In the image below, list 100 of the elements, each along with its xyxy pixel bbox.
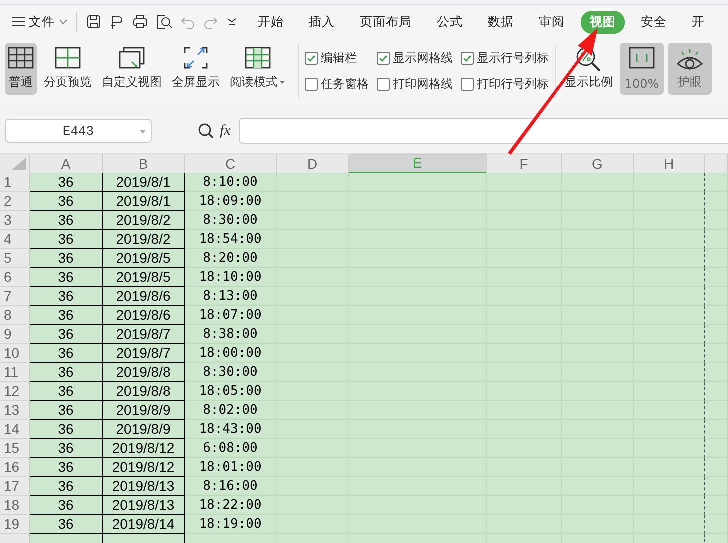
row-header[interactable]: 9	[0, 325, 30, 344]
zoom-icon[interactable]	[198, 123, 214, 139]
column-header[interactable]: D	[277, 154, 349, 174]
table-cell: 36	[30, 496, 103, 515]
table-cell	[705, 211, 728, 230]
table-cell: 36	[30, 306, 103, 325]
table-cell: 18:00:00	[185, 344, 277, 363]
row-header[interactable]: 13	[0, 401, 30, 420]
ribbon-tab[interactable]: 安全	[632, 10, 676, 34]
save-icon[interactable]	[87, 15, 101, 29]
row-header[interactable]: 18	[0, 496, 30, 515]
column-header[interactable]: G	[562, 154, 634, 174]
table-cell	[634, 363, 705, 382]
column-header[interactable]: C	[185, 154, 277, 174]
table-cell	[634, 287, 705, 306]
print-preview-icon[interactable]	[157, 14, 172, 30]
ribbon-tab[interactable]: 审阅	[530, 10, 574, 34]
chevron-icon[interactable]	[59, 19, 68, 25]
column-header[interactable]: A	[30, 154, 103, 174]
row-header[interactable]: 19	[0, 515, 30, 534]
view-mode-button[interactable]: 阅读模式	[227, 43, 288, 95]
row-header[interactable]: 4	[0, 230, 30, 249]
table-cell	[705, 477, 728, 496]
ratio-icon	[629, 47, 655, 69]
row-header[interactable]: 8	[0, 306, 30, 325]
table-cell: 18:19:00	[185, 515, 277, 534]
ribbon-tab[interactable]: 公式	[428, 10, 472, 34]
row-header[interactable]: 14	[0, 420, 30, 439]
table-cell: 2019/8/5	[103, 268, 185, 287]
eye-protection-button[interactable]: 护眼	[668, 43, 712, 95]
view-mode-button[interactable]: 普通	[5, 43, 37, 95]
table-cell	[705, 439, 728, 458]
table-cell: 8:30:00	[185, 363, 277, 382]
table-cell: 18:54:00	[185, 230, 277, 249]
column-header[interactable]: F	[487, 154, 562, 174]
windows-icon	[119, 47, 145, 71]
ribbon-tab[interactable]: 视图	[581, 10, 625, 34]
ribbon-tab[interactable]: 插入	[300, 10, 344, 34]
table-cell	[705, 230, 728, 249]
view-mode-button[interactable]: 自定义视图	[99, 43, 165, 95]
table-cell	[634, 439, 705, 458]
row-header[interactable]: 1	[0, 173, 30, 192]
table-cell: 2019/8/1	[103, 192, 185, 211]
checkbox[interactable]: 显示网格线	[377, 45, 453, 71]
export-icon[interactable]	[110, 14, 124, 30]
checkbox[interactable]: 任务窗格	[305, 71, 369, 97]
table-cell	[705, 306, 728, 325]
column-header[interactable]: H	[634, 154, 705, 174]
grid-icon	[8, 47, 34, 69]
table-cell	[634, 401, 705, 420]
table-cell: 36	[30, 230, 103, 249]
file-menu[interactable]: 文件	[29, 14, 55, 30]
checkbox[interactable]: 打印网格线	[377, 71, 453, 97]
row-header[interactable]: 11	[0, 363, 30, 382]
table-cell: 2019/8/6	[103, 306, 185, 325]
table-cell: 2019/8/5	[103, 249, 185, 268]
row-header[interactable]: 7	[0, 287, 30, 306]
name-box[interactable]: E443	[5, 119, 152, 143]
view-mode-button[interactable]: 全屏显示	[169, 43, 223, 95]
table-cell: 2019/8/2	[103, 211, 185, 230]
table-cell: 2019/8/7	[103, 325, 185, 344]
row-header[interactable]: 6	[0, 268, 30, 287]
ribbon-tab[interactable]: 开	[683, 10, 714, 34]
table-cell: 2019/8/8	[103, 382, 185, 401]
row-header[interactable]: 16	[0, 458, 30, 477]
ribbon-tab[interactable]: 页面布局	[351, 10, 421, 34]
table-cell	[634, 420, 705, 439]
column-header[interactable]: B	[103, 154, 185, 174]
table-cell: 2019/8/8	[103, 363, 185, 382]
table-cell: 8:16:00	[185, 477, 277, 496]
row-header[interactable]: 3	[0, 211, 30, 230]
table-cell	[634, 458, 705, 477]
table-cell: 36	[30, 439, 103, 458]
row-header[interactable]: 17	[0, 477, 30, 496]
table-cell	[705, 173, 728, 192]
print-icon[interactable]	[133, 15, 148, 29]
actual-size-button[interactable]: 100%	[620, 43, 664, 95]
function-label[interactable]: fx	[220, 122, 231, 140]
table-cell	[705, 458, 728, 477]
ribbon-tab[interactable]: 数据	[479, 10, 523, 34]
row-header[interactable]: 15	[0, 439, 30, 458]
page-split-icon	[55, 47, 81, 69]
checkbox[interactable]: 编辑栏	[305, 45, 369, 71]
table-cell	[634, 306, 705, 325]
table-cell: 8:38:00	[185, 325, 277, 344]
table-cell	[705, 496, 728, 515]
row-header[interactable]: 10	[0, 344, 30, 363]
row-header[interactable]: 5	[0, 249, 30, 268]
row-header[interactable]: 12	[0, 382, 30, 401]
formula-input[interactable]	[238, 118, 728, 144]
table-cell: 8:13:00	[185, 287, 277, 306]
row-header[interactable]: 2	[0, 192, 30, 211]
table-cell: 36	[30, 382, 103, 401]
table-cell	[705, 363, 728, 382]
ribbon-tab[interactable]: 开始	[249, 10, 293, 34]
view-mode-button[interactable]: 分页预览	[41, 43, 95, 95]
menu-icon[interactable]	[12, 17, 25, 27]
more-icon[interactable]	[227, 18, 237, 26]
checkbox[interactable]: 显示行号列标	[461, 45, 549, 71]
checkbox[interactable]: 打印行号列标	[461, 71, 549, 97]
